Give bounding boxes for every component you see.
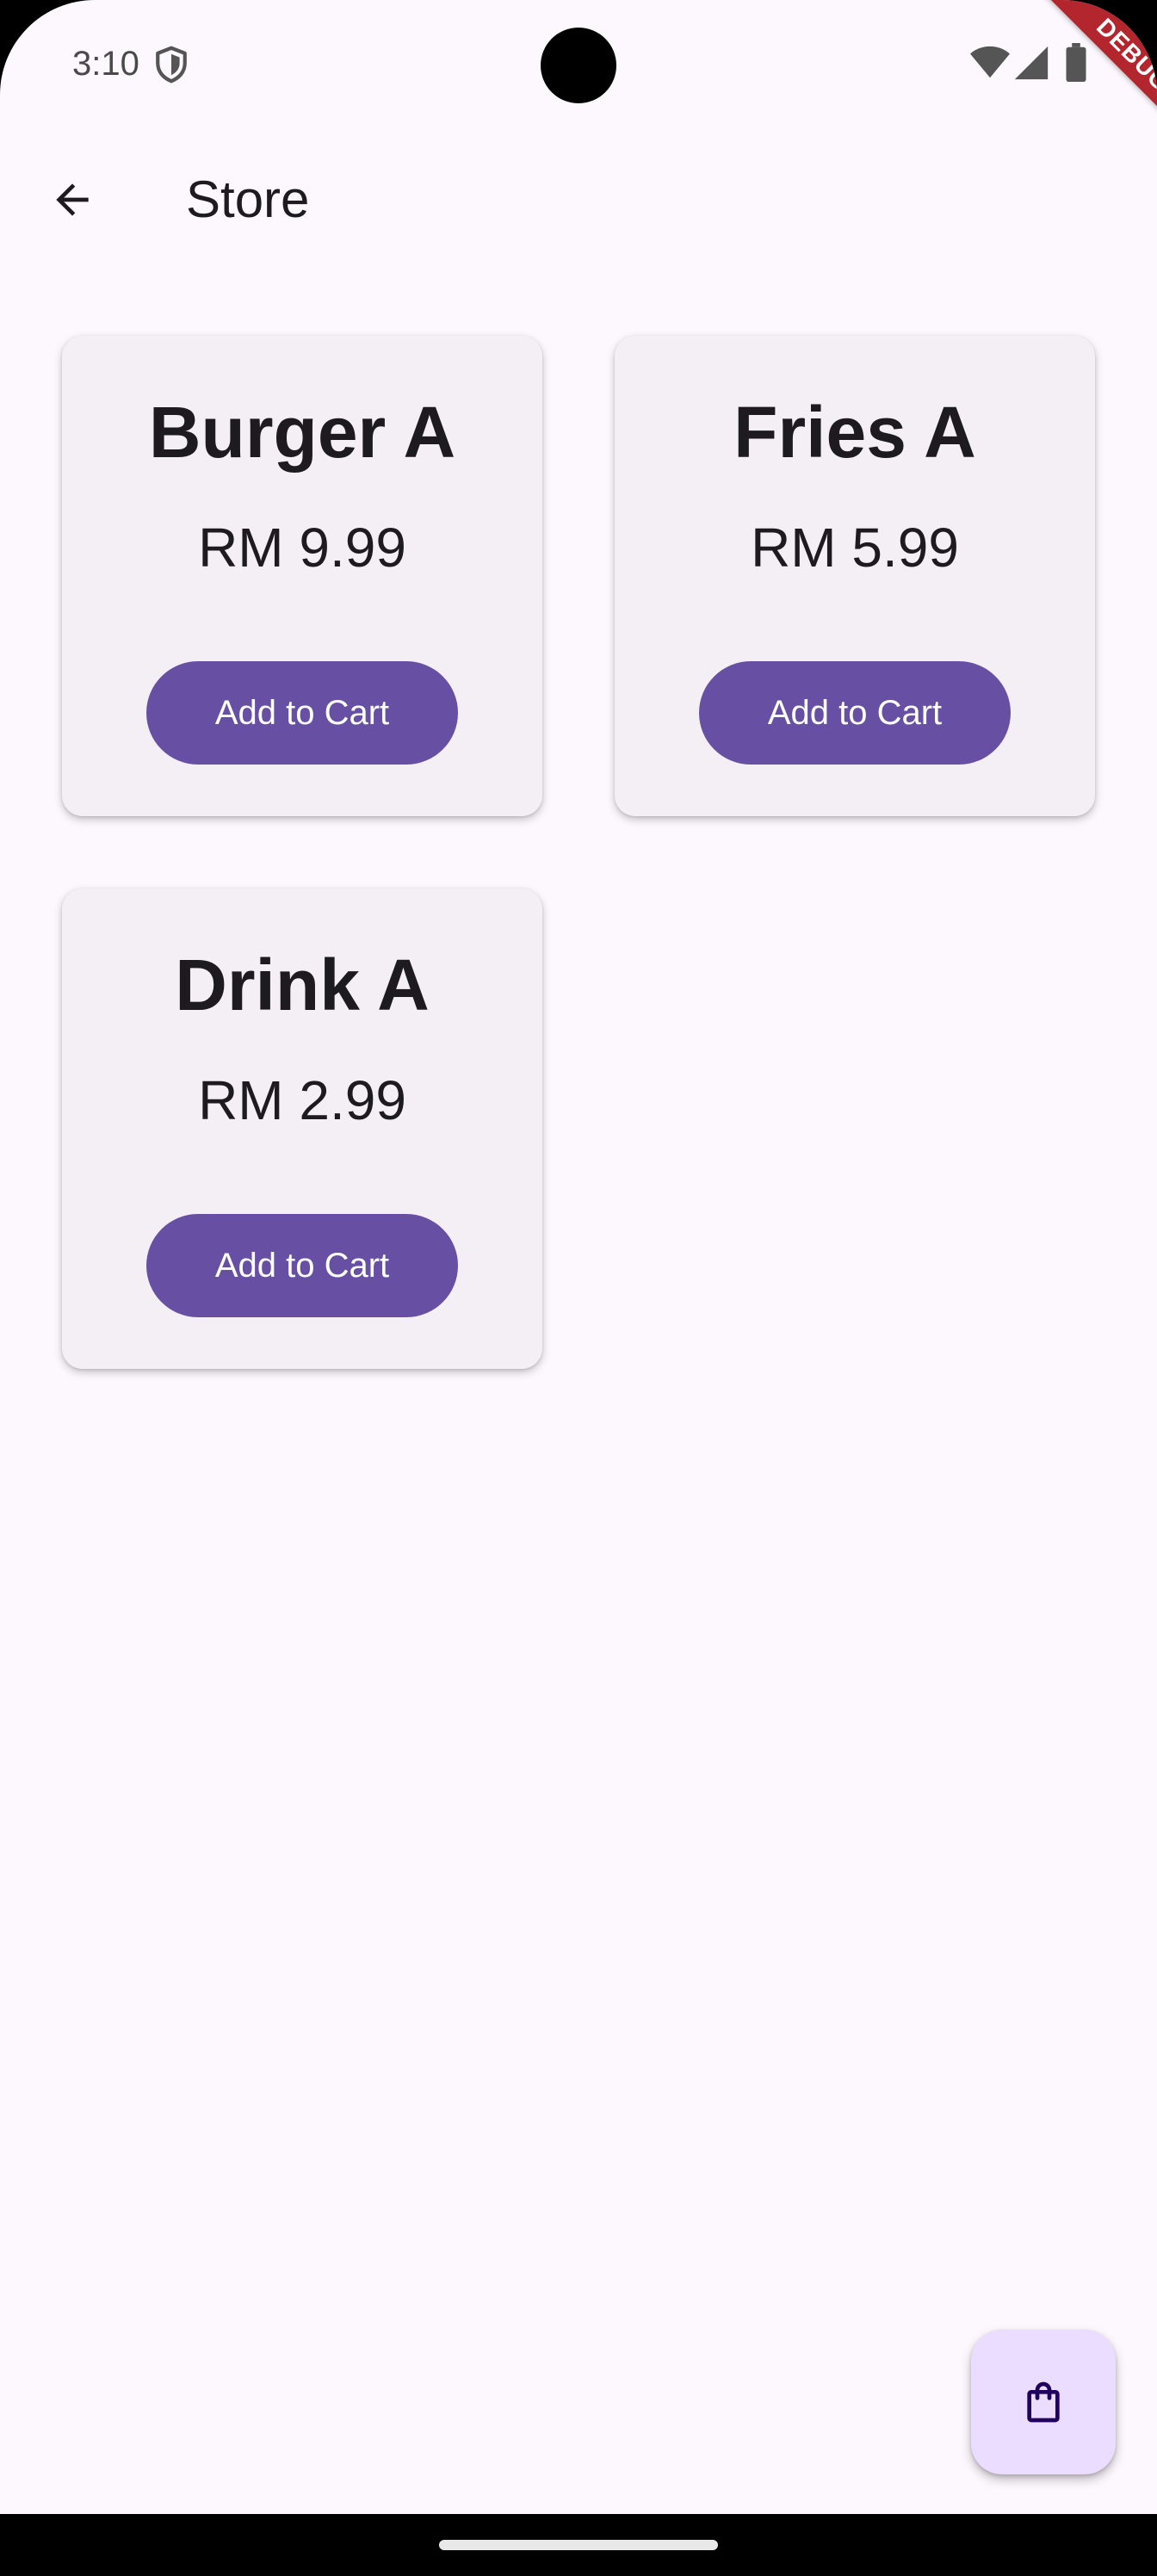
product-price: RM 5.99 bbox=[751, 517, 959, 579]
product-card-drink-a: Drink A RM 2.99 Add to Cart bbox=[62, 889, 542, 1369]
add-to-cart-button[interactable]: Add to Cart bbox=[699, 661, 1011, 765]
product-name: Fries A bbox=[733, 392, 976, 473]
product-name: Burger A bbox=[148, 392, 456, 473]
product-name: Drink A bbox=[175, 944, 430, 1025]
shield-icon bbox=[156, 46, 187, 84]
home-indicator[interactable] bbox=[439, 2540, 718, 2550]
add-to-cart-button[interactable]: Add to Cart bbox=[146, 1214, 458, 1317]
add-to-cart-button[interactable]: Add to Cart bbox=[146, 661, 458, 765]
battery-icon bbox=[1066, 43, 1086, 83]
product-card-burger-a: Burger A RM 9.99 Add to Cart bbox=[62, 336, 542, 816]
camera-cutout bbox=[541, 28, 616, 103]
wifi-icon bbox=[970, 46, 1010, 78]
cart-fab[interactable] bbox=[971, 2330, 1116, 2474]
page-title: Store bbox=[186, 170, 310, 228]
app-screen: 3:10 DEBUG Store Burger A RM 9.99 Add to… bbox=[0, 0, 1157, 2514]
back-button[interactable] bbox=[31, 158, 114, 241]
shopping-bag-icon bbox=[1027, 2381, 1060, 2423]
product-card-fries-a: Fries A RM 5.99 Add to Cart bbox=[615, 336, 1095, 816]
status-time: 3:10 bbox=[72, 45, 139, 83]
arrow-back-icon bbox=[56, 183, 89, 216]
product-price: RM 2.99 bbox=[198, 1069, 406, 1131]
signal-icon bbox=[1014, 46, 1049, 80]
product-price: RM 9.99 bbox=[198, 517, 406, 579]
